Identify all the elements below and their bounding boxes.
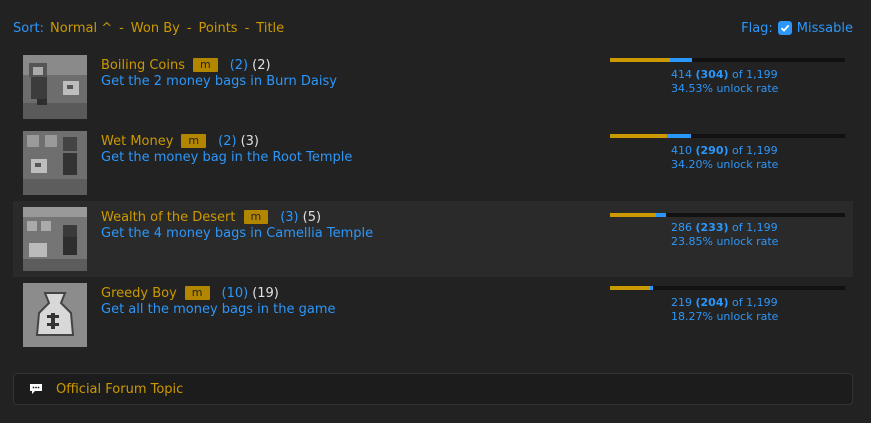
forum-topic-link[interactable]: Official Forum Topic [13, 373, 853, 405]
achievement-badge-image[interactable] [23, 283, 87, 347]
achievement-description: Get the 2 money bags in Burn Daisy [101, 74, 337, 89]
missable-tag: m [243, 210, 269, 224]
achievement-description: Get all the money bags in the game [101, 302, 336, 317]
unlock-rate: 18.27% unlock rate [671, 310, 779, 323]
unlock-count: 286 [671, 221, 692, 234]
sort-separator: - [119, 20, 124, 36]
hardcore-count: (290) [695, 144, 729, 157]
unlock-rate: 34.20% unlock rate [671, 158, 779, 171]
softcore-progress-fill [670, 58, 692, 62]
hardcore-progress-fill [610, 286, 650, 290]
achievement-retro-points: (19) [252, 285, 279, 301]
hardcore-progress-fill [610, 213, 656, 217]
achievement-points: (10) [221, 285, 249, 301]
achievement-title[interactable]: Greedy Boy [101, 286, 177, 301]
total-players: of 1,199 [732, 296, 778, 309]
achievement-badge-image[interactable] [23, 207, 87, 271]
sort-normal-option[interactable]: Normal ^ [50, 21, 112, 36]
sort-points-option[interactable]: Points [199, 21, 238, 36]
sort-label: Sort: [13, 20, 45, 36]
missable-checkbox[interactable] [777, 21, 792, 35]
softcore-progress-fill [667, 134, 691, 138]
achievement-row: Boiling Coins m (2) (2) Get the 2 money … [13, 52, 853, 128]
missable-tag: m [193, 58, 218, 72]
sort-title-option[interactable]: Title [256, 21, 284, 36]
total-players: of 1,199 [732, 221, 778, 234]
missable-tag: m [184, 286, 210, 300]
forum-topic-label[interactable]: Official Forum Topic [56, 382, 183, 397]
chat-bubble-icon [29, 383, 43, 395]
achievement-retro-points: (2) [252, 57, 271, 73]
achievement-description: Get the 4 money bags in Camellia Temple [101, 226, 374, 241]
sort-separator: - [244, 20, 250, 36]
achievement-retro-points: (3) [240, 133, 259, 149]
achievement-title[interactable]: Boiling Coins [101, 58, 185, 73]
achievement-row: Wealth of the Desert m (3) (5) Get the 4… [13, 201, 853, 277]
unlock-rate: 23.85% unlock rate [671, 235, 779, 248]
missable-tag: m [181, 134, 207, 148]
sort-separator: - [186, 20, 192, 36]
flag-label: Flag: [741, 20, 773, 36]
softcore-progress-fill [650, 286, 653, 290]
softcore-progress-fill [656, 213, 666, 217]
hardcore-count: (204) [695, 296, 729, 309]
hardcore-progress-fill [610, 58, 670, 62]
achievement-title[interactable]: Wealth of the Desert [101, 210, 236, 225]
checkmark-icon [780, 24, 790, 32]
unlock-count: 410 [671, 144, 692, 157]
unlock-stats: 414 (304) of 1,199 34.53% unlock rate [671, 68, 778, 96]
flag-controls: Flag: Missable [741, 21, 853, 36]
unlock-progress-bar [610, 58, 845, 62]
unlock-count: 219 [671, 296, 692, 309]
total-players: of 1,199 [732, 144, 778, 157]
achievement-badge-image[interactable] [23, 131, 87, 195]
achievement-points: (2) [229, 57, 249, 73]
unlock-progress-bar [610, 213, 845, 217]
achievement-row: Greedy Boy m (10) (19) Get all the money… [13, 280, 853, 356]
achievement-points: (3) [280, 209, 299, 225]
hardcore-count: (304) [695, 68, 729, 81]
unlock-progress-bar [610, 134, 845, 138]
unlock-count: 414 [671, 68, 692, 81]
achievement-title[interactable]: Wet Money [101, 134, 173, 149]
hardcore-count: (233) [695, 221, 729, 234]
unlock-rate: 34.53% unlock rate [671, 82, 779, 95]
sort-won-by-option[interactable]: Won By [131, 21, 180, 36]
missable-option-label[interactable]: Missable [797, 21, 853, 36]
achievement-retro-points: (5) [302, 209, 322, 225]
unlock-stats: 286 (233) of 1,199 23.85% unlock rate [671, 221, 778, 249]
achievement-description: Get the money bag in the Root Temple [101, 150, 353, 165]
unlock-stats: 410 (290) of 1,199 34.20% unlock rate [671, 144, 778, 172]
unlock-progress-bar [610, 286, 845, 290]
achievement-badge-image[interactable] [23, 55, 87, 119]
toolbar: Sort: Normal ^ - Won By - Points - Title… [13, 19, 853, 37]
achievement-row: Wet Money m (2) (3) Get the money bag in… [13, 128, 853, 204]
achievement-points: (2) [218, 133, 237, 149]
total-players: of 1,199 [732, 68, 778, 81]
sort-controls: Sort: Normal ^ - Won By - Points - Title [13, 21, 284, 36]
hardcore-progress-fill [610, 134, 667, 138]
unlock-stats: 219 (204) of 1,199 18.27% unlock rate [671, 296, 778, 324]
